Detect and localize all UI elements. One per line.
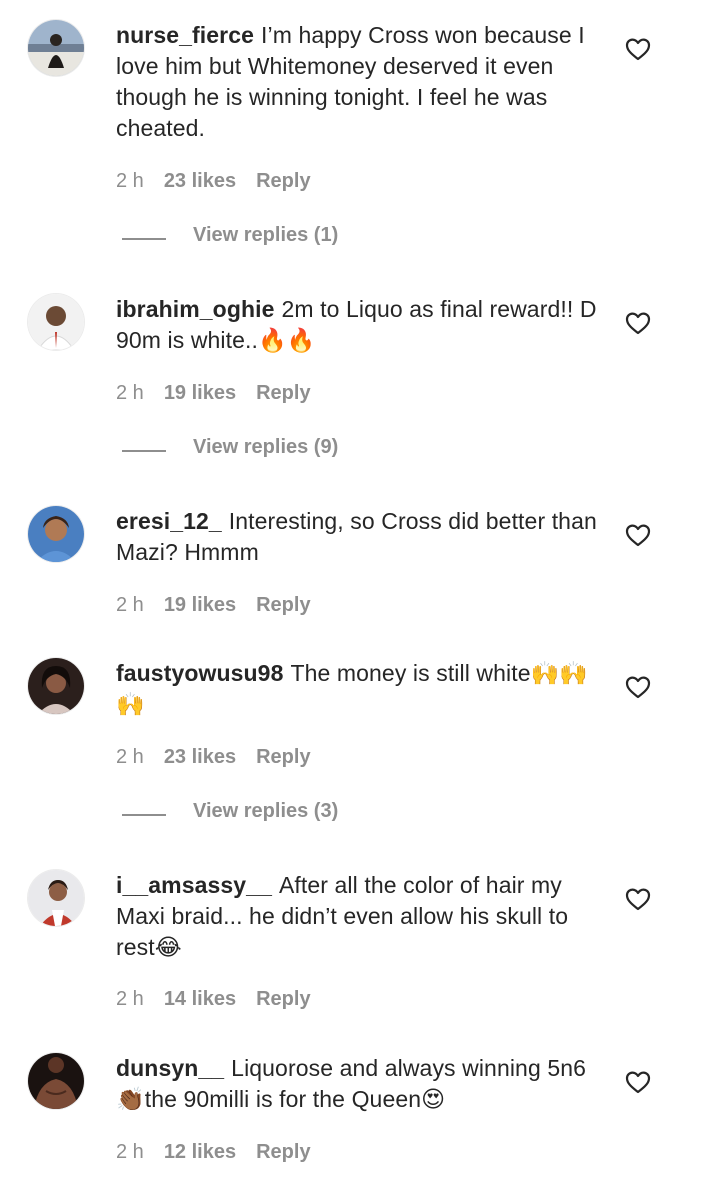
heart-outline-icon[interactable] [624,522,652,548]
comment-meta: 2 h 23 likes Reply [116,746,331,769]
comment-meta: 2 h 19 likes Reply [116,594,331,617]
comment-username[interactable]: i__amsassy__ [116,872,272,898]
comment-item: eresi_12_ Interesting, so Cross did bette… [0,506,720,636]
reply-button[interactable]: Reply [256,746,310,768]
comment-meta: 2 h 23 likes Reply [116,170,331,193]
heart-outline-icon[interactable] [624,310,652,336]
likes-count[interactable]: 14 likes [164,988,236,1010]
comment-body: i__amsassy__ After all the color of hair … [116,870,602,963]
comment-username[interactable]: dunsyn__ [116,1055,224,1081]
view-replies-label: View replies (3) [193,800,339,822]
comment-username[interactable]: eresi_12_ [116,508,222,534]
comment-time: 2 h [116,1141,144,1163]
view-replies-label: View replies (9) [193,436,339,458]
comment-item: faustyowusu98 The money is still white🙌🙌🙌… [0,658,720,848]
heart-outline-icon[interactable] [624,674,652,700]
likes-count[interactable]: 23 likes [164,746,236,768]
reply-button[interactable]: Reply [256,382,310,404]
reply-button[interactable]: Reply [256,988,310,1010]
comment-item: dunsyn__ Liquorose and always winning 5n6… [0,1053,720,1183]
reply-button[interactable]: Reply [256,1141,310,1163]
reply-button[interactable]: Reply [256,170,310,192]
likes-count[interactable]: 19 likes [164,594,236,616]
divider-line [122,814,166,816]
likes-count[interactable]: 12 likes [164,1141,236,1163]
comment-body: ibrahim_oghie 2m to Liquo as final reward… [116,294,602,356]
comment-username[interactable]: nurse_fierce [116,22,254,48]
reply-button[interactable]: Reply [256,594,310,616]
comment-time: 2 h [116,594,144,616]
avatar[interactable] [28,658,84,714]
avatar[interactable] [28,506,84,562]
comment-item: nurse_fierce I’m happy Cross won because … [0,20,720,270]
comment-body: eresi_12_ Interesting, so Cross did bette… [116,506,602,568]
comment-time: 2 h [116,746,144,768]
comment-meta: 2 h 12 likes Reply [116,1141,331,1164]
divider-line [122,450,166,452]
avatar[interactable] [28,20,84,76]
comment-time: 2 h [116,170,144,192]
comment-body: nurse_fierce I’m happy Cross won because … [116,20,602,144]
comment-body: faustyowusu98 The money is still white🙌🙌🙌 [116,658,602,720]
comment-time: 2 h [116,382,144,404]
comment-meta: 2 h 14 likes Reply [116,988,331,1011]
comment-meta: 2 h 19 likes Reply [116,382,331,405]
likes-count[interactable]: 19 likes [164,382,236,404]
comment-item: ibrahim_oghie 2m to Liquo as final reward… [0,294,720,484]
comment-username[interactable]: ibrahim_oghie [116,296,275,322]
view-replies-label: View replies (1) [193,224,339,246]
heart-outline-icon[interactable] [624,36,652,62]
heart-outline-icon[interactable] [624,886,652,912]
avatar[interactable] [28,870,84,926]
divider-line [122,238,166,240]
avatar[interactable] [28,1053,84,1109]
comment-item: i__amsassy__ After all the color of hair … [0,870,720,1030]
comment-body: dunsyn__ Liquorose and always winning 5n6… [116,1053,602,1115]
comment-username[interactable]: faustyowusu98 [116,660,283,686]
comment-time: 2 h [116,988,144,1010]
avatar[interactable] [28,294,84,350]
heart-outline-icon[interactable] [624,1069,652,1095]
likes-count[interactable]: 23 likes [164,170,236,192]
